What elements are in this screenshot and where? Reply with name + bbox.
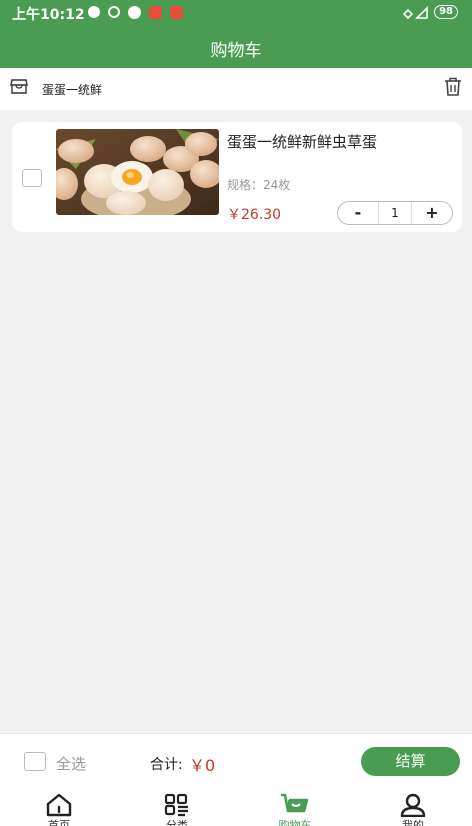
wifi-icon bbox=[402, 6, 428, 19]
battery-indicator: 98 bbox=[434, 5, 458, 19]
select-all-label[interactable]: 全选 bbox=[56, 753, 86, 774]
tab-category[interactable]: 分类 bbox=[118, 787, 236, 826]
product-image[interactable] bbox=[56, 129, 219, 215]
alarm-icon bbox=[108, 6, 120, 18]
cart-item-card: 蛋蛋一统鲜新鲜虫草蛋 规格：24枚 ￥26.30 - 1 + bbox=[12, 122, 462, 232]
quantity-stepper: - 1 + bbox=[337, 201, 453, 225]
tab-cart[interactable]: 购物车 bbox=[236, 787, 354, 826]
select-all-checkbox[interactable] bbox=[24, 752, 46, 771]
status-bar: 上午10:12 98 bbox=[0, 0, 472, 26]
total-label: 合计: bbox=[150, 757, 183, 773]
checkout-bar: 全选 合计: ￥0 结算 bbox=[0, 733, 472, 787]
decrease-quantity-button[interactable]: - bbox=[338, 202, 378, 224]
quantity-value[interactable]: 1 bbox=[378, 202, 412, 224]
tab-profile[interactable]: 我的 bbox=[354, 787, 472, 826]
bottom-tab-bar: 首页 分类 购物车 我的 bbox=[0, 787, 472, 826]
store-icon bbox=[10, 79, 28, 99]
tab-label: 首页 bbox=[48, 819, 70, 826]
tab-label: 购物车 bbox=[278, 819, 312, 826]
trash-icon[interactable] bbox=[444, 77, 462, 101]
tab-label: 分类 bbox=[166, 819, 188, 826]
shop-bar: 蛋蛋一统鲜 bbox=[0, 68, 472, 110]
product-spec: 规格：24枚 bbox=[227, 178, 291, 192]
cart-icon bbox=[281, 793, 309, 813]
notification-icon bbox=[88, 6, 100, 18]
total-value: ￥0 bbox=[189, 756, 216, 775]
category-icon bbox=[164, 793, 188, 817]
app-notification-icon bbox=[170, 6, 183, 19]
item-checkbox[interactable] bbox=[22, 169, 42, 187]
status-notification-icons bbox=[88, 6, 183, 19]
tab-home[interactable]: 首页 bbox=[0, 787, 118, 826]
tab-label: 我的 bbox=[402, 819, 424, 826]
header-bar: 上午10:12 98 购物车 bbox=[0, 0, 472, 68]
checkout-button[interactable]: 结算 bbox=[361, 747, 460, 776]
page-title: 购物车 bbox=[210, 41, 262, 61]
user-icon bbox=[400, 793, 426, 817]
increase-quantity-button[interactable]: + bbox=[412, 202, 452, 224]
app-notification-icon bbox=[149, 6, 162, 19]
app-notification-icon bbox=[128, 6, 141, 19]
shop-name[interactable]: 蛋蛋一统鲜 bbox=[42, 81, 102, 98]
product-price: ￥26.30 bbox=[227, 207, 282, 223]
status-system-icons: 98 bbox=[402, 5, 458, 19]
home-icon bbox=[46, 793, 72, 817]
status-time: 上午10:12 bbox=[12, 7, 85, 23]
product-name[interactable]: 蛋蛋一统鲜新鲜虫草蛋 bbox=[227, 131, 377, 152]
